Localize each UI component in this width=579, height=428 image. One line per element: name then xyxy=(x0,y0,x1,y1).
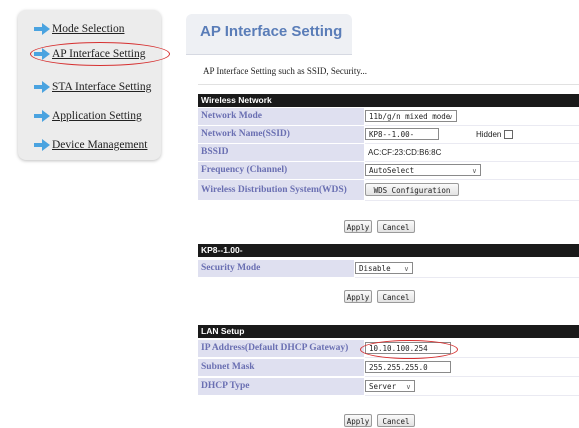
subnet-mask-value: 255.255.255.0 xyxy=(369,363,428,372)
ip-address-row: IP Address(Default DHCP Gateway) 10.10.1… xyxy=(198,340,579,358)
wds-label: Wireless Distribution System(WDS) xyxy=(198,180,364,201)
ip-address-value: 10.10.100.254 xyxy=(369,344,428,353)
nav-label: STA Interface Setting xyxy=(52,81,152,93)
arrow-right-icon xyxy=(34,81,50,93)
ssid-label: Network Name(SSID) xyxy=(198,126,364,144)
nav-label: AP Interface Setting xyxy=(52,48,146,60)
lan-cancel-button[interactable]: Cancel xyxy=(377,414,415,427)
security-apply-button[interactable]: Apply xyxy=(344,290,372,303)
bssid-row: BSSID AC:CF:23:CD:B6:8C xyxy=(198,144,579,162)
wireless-apply-button[interactable]: Apply xyxy=(344,220,372,233)
dhcp-type-value: Server xyxy=(369,382,397,391)
arrow-right-icon xyxy=(34,110,50,122)
network-mode-cell: 11b/g/n mixed mode ∨ xyxy=(365,108,579,126)
wds-configuration-button[interactable]: WDS Configuration xyxy=(365,183,459,196)
subnet-mask-row: Subnet Mask 255.255.255.0 xyxy=(198,359,579,377)
nav-label: Device Management xyxy=(52,139,148,151)
frequency-select[interactable]: AutoSelect ∨ xyxy=(365,164,481,176)
dhcp-type-row: DHCP Type Server ∨ xyxy=(198,378,579,396)
hidden-label: Hidden xyxy=(476,130,502,139)
security-mode-select[interactable]: Disable ∨ xyxy=(355,262,413,274)
chevron-down-icon: ∨ xyxy=(403,265,409,273)
bssid-value: AC:CF:23:CD:B6:8C xyxy=(368,148,442,157)
ssid-value: KP8--1.00- xyxy=(369,130,415,139)
page-header: AP Interface Setting xyxy=(186,14,352,55)
dhcp-type-select[interactable]: Server ∨ xyxy=(365,380,415,392)
chevron-down-icon: ∨ xyxy=(447,113,453,121)
security-mode-cell: Disable ∨ xyxy=(355,260,579,278)
frequency-label: Frequency (Channel) xyxy=(198,162,364,180)
page-description: AP Interface Setting such as SSID, Secur… xyxy=(203,66,368,76)
ssid-cell: KP8--1.00- Hidden xyxy=(365,126,579,144)
subnet-mask-cell: 255.255.255.0 xyxy=(365,359,579,377)
ip-address-label: IP Address(Default DHCP Gateway) xyxy=(198,340,364,358)
hidden-checkbox[interactable] xyxy=(504,130,513,139)
chevron-down-icon: ∨ xyxy=(471,167,477,175)
arrow-right-icon xyxy=(34,139,50,151)
divider xyxy=(198,84,579,85)
bssid-label: BSSID xyxy=(198,144,364,162)
security-heading: KP8--1.00- xyxy=(198,244,579,257)
ssid-input[interactable]: KP8--1.00- xyxy=(365,128,439,140)
network-mode-select[interactable]: 11b/g/n mixed mode ∨ xyxy=(365,110,457,122)
frequency-row: Frequency (Channel) AutoSelect ∨ xyxy=(198,162,579,180)
nav-label: Mode Selection xyxy=(52,23,125,35)
bssid-cell: AC:CF:23:CD:B6:8C xyxy=(365,144,579,162)
network-mode-label: Network Mode xyxy=(198,108,364,126)
frequency-value: AutoSelect xyxy=(369,166,415,175)
ip-address-input[interactable]: 10.10.100.254 xyxy=(365,342,451,354)
page-title: AP Interface Setting xyxy=(200,23,343,40)
wireless-network-heading: Wireless Network xyxy=(198,94,579,107)
dhcp-type-cell: Server ∨ xyxy=(365,378,579,396)
dhcp-type-label: DHCP Type xyxy=(198,378,364,396)
security-cancel-button[interactable]: Cancel xyxy=(377,290,415,303)
ssid-row: Network Name(SSID) KP8--1.00- Hidden xyxy=(198,126,579,144)
security-mode-row: Security Mode Disable ∨ xyxy=(198,260,579,278)
frequency-cell: AutoSelect ∨ xyxy=(365,162,579,180)
nav-label: Application Setting xyxy=(52,110,142,122)
network-mode-value: 11b/g/n mixed mode xyxy=(369,112,451,121)
arrow-right-icon xyxy=(34,23,50,35)
wds-row: Wireless Distribution System(WDS) WDS Co… xyxy=(198,180,579,201)
lan-setup-heading: LAN Setup xyxy=(198,325,579,338)
wds-cell: WDS Configuration xyxy=(365,180,579,201)
chevron-down-icon: ∨ xyxy=(405,383,411,391)
network-mode-row: Network Mode 11b/g/n mixed mode ∨ xyxy=(198,108,579,126)
lan-apply-button[interactable]: Apply xyxy=(344,414,372,427)
ip-address-cell: 10.10.100.254 xyxy=(365,340,579,358)
wireless-cancel-button[interactable]: Cancel xyxy=(377,220,415,233)
sidebar: Mode Selection AP Interface Setting STA … xyxy=(18,10,161,160)
subnet-mask-label: Subnet Mask xyxy=(198,359,364,377)
subnet-mask-input[interactable]: 255.255.255.0 xyxy=(365,361,451,373)
arrow-right-icon xyxy=(34,48,50,60)
security-mode-value: Disable xyxy=(359,264,391,273)
security-mode-label: Security Mode xyxy=(198,260,354,278)
